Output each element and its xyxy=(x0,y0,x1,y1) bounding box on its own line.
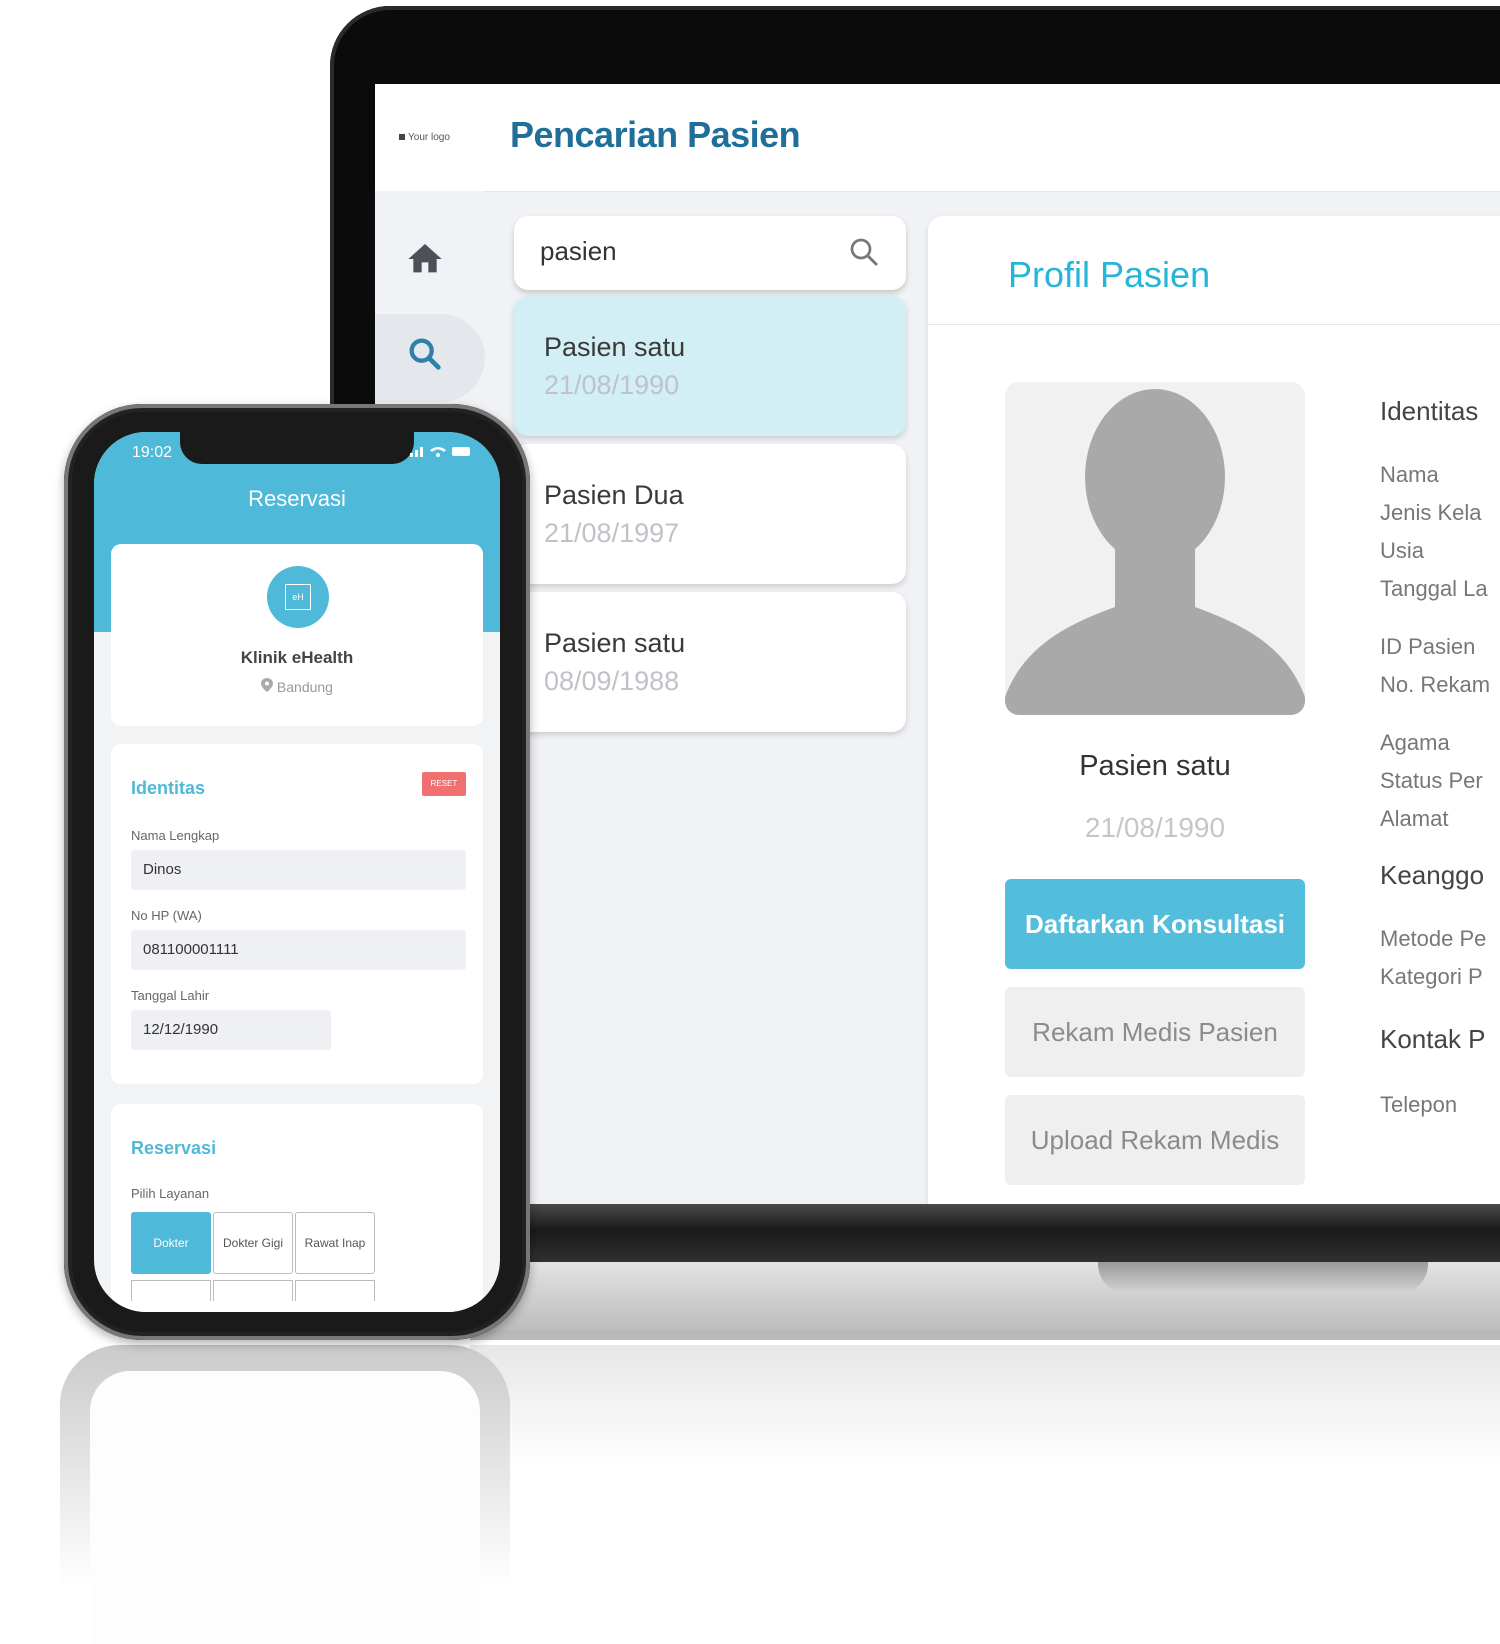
patient-dob: 21/08/1997 xyxy=(544,518,680,548)
info-label: No. Rekam xyxy=(1380,672,1491,697)
identity-title: Identitas xyxy=(131,778,206,798)
phone-title: Reservasi xyxy=(248,486,346,511)
laptop-hinge xyxy=(510,1204,1500,1268)
nav-home-button[interactable] xyxy=(405,239,445,279)
clinic-logo: eH xyxy=(267,566,329,628)
clinic-location: Bandung xyxy=(111,678,483,695)
info-label: Tanggal La xyxy=(1380,576,1488,601)
info-label: Jenis Kela xyxy=(1380,500,1482,525)
phone-screen: 19:02 Reservasi eH Klinik eHealth Bandun… xyxy=(94,432,500,1312)
profile-title: Profil Pasien xyxy=(1008,254,1211,295)
phone-notch xyxy=(180,432,414,464)
clinic-logo-text: eH xyxy=(285,584,311,610)
phone-value: 081100001111 xyxy=(143,941,239,958)
service-option[interactable] xyxy=(131,1280,211,1301)
status-time: 19:02 xyxy=(132,444,173,461)
clinic-name: Klinik eHealth xyxy=(240,648,354,667)
section-identity: Identitas xyxy=(1380,396,1479,426)
info-label: Status Per xyxy=(1380,768,1483,793)
register-consultation-button[interactable]: Daftarkan Konsultasi xyxy=(1005,879,1305,969)
search-input[interactable]: pasien xyxy=(540,236,617,267)
reservation-form: Reservasi Pilih Layanan Dokter Dokter Gi… xyxy=(111,1104,483,1312)
name-field[interactable]: Dinos xyxy=(131,850,466,890)
name-label: Nama Lengkap xyxy=(131,828,220,843)
service-option[interactable] xyxy=(213,1280,293,1301)
patient-card[interactable]: Pasien satu 21/08/1990 xyxy=(514,296,906,436)
location-pin-icon xyxy=(261,678,274,692)
laptop-screen: Your logo Pencarian Pasien pasien Pasien… xyxy=(375,84,1500,1204)
profile-panel: Profil Pasien Pasien satu 21/08/1990 Daf… xyxy=(928,216,1500,1204)
upload-records-button[interactable]: Upload Rekam Medis xyxy=(1005,1095,1305,1185)
reservation-title: Reservasi xyxy=(131,1138,217,1158)
logo-text: Your logo xyxy=(408,132,450,143)
name-value: Dinos xyxy=(143,861,182,878)
phone-reflection-screen xyxy=(90,1371,480,1644)
avatar-placeholder-icon xyxy=(1005,389,1305,715)
service-option-dokter[interactable]: Dokter xyxy=(131,1212,211,1274)
app-header: Your logo Pencarian Pasien xyxy=(375,84,1500,192)
search-icon xyxy=(850,238,878,266)
laptop-reflection xyxy=(470,1345,1500,1465)
device-reflection xyxy=(60,1345,1500,1644)
patient-name: Pasien satu xyxy=(544,628,686,658)
patient-card[interactable]: Pasien satu 08/09/1988 xyxy=(514,592,906,732)
profile-dob: 21/08/1990 xyxy=(1084,812,1226,843)
phone-reflection xyxy=(60,1345,510,1644)
clinic-card: eH Klinik eHealth Bandung xyxy=(111,544,483,726)
profile-name: Pasien satu xyxy=(1079,750,1231,782)
patient-dob: 21/08/1990 xyxy=(544,370,680,400)
logo-mark-icon xyxy=(399,134,405,140)
dob-value: 12/12/1990 xyxy=(143,1021,219,1038)
patient-name: Pasien satu xyxy=(544,332,686,362)
dob-label: Tanggal Lahir xyxy=(131,988,210,1003)
info-label: Kategori P xyxy=(1380,964,1483,989)
section-contact: Kontak P xyxy=(1380,1024,1486,1054)
service-option-dokter-gigi[interactable]: Dokter Gigi xyxy=(213,1212,293,1274)
medical-records-button[interactable]: Rekam Medis Pasien xyxy=(1005,987,1305,1077)
patient-search-box[interactable]: pasien xyxy=(514,216,906,290)
laptop-shadow xyxy=(470,1330,1500,1340)
identity-form: Identitas RESET Nama Lengkap Dinos No HP… xyxy=(111,744,483,1084)
info-label: Usia xyxy=(1380,538,1425,563)
logo: Your logo xyxy=(399,132,450,143)
info-label: Agama xyxy=(1380,730,1450,755)
info-label: Alamat xyxy=(1380,806,1449,831)
patient-name: Pasien Dua xyxy=(544,480,684,510)
avatar xyxy=(1005,382,1305,715)
patient-info-list: Identitas Nama Jenis Kela Usia Tanggal L… xyxy=(1380,396,1500,1136)
laptop-base-notch xyxy=(1098,1262,1428,1294)
status-icons xyxy=(410,444,472,461)
phone-field[interactable]: 081100001111 xyxy=(131,930,466,970)
nav-search-button[interactable] xyxy=(405,334,445,374)
service-option-rawat-inap[interactable]: Rawat Inap xyxy=(295,1212,375,1274)
signal-wifi-battery-icon xyxy=(410,447,470,457)
phone-label: No HP (WA) xyxy=(131,908,202,923)
service-option[interactable] xyxy=(295,1280,375,1301)
section-membership: Keanggo xyxy=(1380,860,1485,890)
patient-dob: 08/09/1988 xyxy=(544,666,680,696)
dob-field[interactable]: 12/12/1990 xyxy=(131,1010,331,1050)
service-label: Pilih Layanan xyxy=(131,1186,210,1201)
search-button[interactable] xyxy=(846,234,882,270)
search-icon xyxy=(409,338,441,370)
phone-device: 19:02 Reservasi eH Klinik eHealth Bandun… xyxy=(64,404,530,1340)
divider xyxy=(928,324,1500,325)
info-label: Nama xyxy=(1380,462,1439,487)
clinic-location-text: Bandung xyxy=(276,679,333,695)
page-title: Pencarian Pasien xyxy=(510,114,801,155)
info-label: ID Pasien xyxy=(1380,634,1476,659)
info-label: Telepon xyxy=(1380,1092,1458,1117)
reset-button[interactable]: RESET xyxy=(422,772,466,796)
home-icon xyxy=(408,244,442,273)
info-label: Metode Pe xyxy=(1380,926,1487,951)
patient-card[interactable]: Pasien Dua 21/08/1997 xyxy=(514,444,906,584)
